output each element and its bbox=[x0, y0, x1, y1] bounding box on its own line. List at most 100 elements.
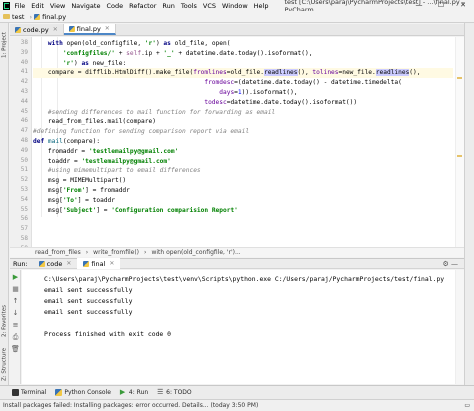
status-message[interactable]: Install packages failed: Installing pack… bbox=[3, 402, 258, 409]
warning-marker-icon[interactable] bbox=[457, 77, 462, 79]
code-crumb-item[interactable]: write_fromfile() bbox=[93, 249, 139, 256]
menu-help[interactable]: Help bbox=[254, 2, 269, 10]
code-line[interactable]: compare = difflib.HtmlDiff().make_file(f… bbox=[33, 68, 453, 79]
menu-vcs[interactable]: VCS bbox=[203, 2, 216, 10]
tab-code-py[interactable]: code.py ✕ bbox=[10, 24, 64, 35]
close-icon[interactable]: ✕ bbox=[66, 260, 71, 267]
print-icon[interactable]: ⎙ bbox=[11, 333, 20, 342]
code-line[interactable]: days=1)).isoformat(), bbox=[33, 88, 297, 98]
run-label: Run: bbox=[13, 259, 28, 268]
code-token: fromdesc bbox=[204, 79, 235, 87]
run-console-output[interactable]: C:\Users\paraj\PycharmProjects\test\venv… bbox=[22, 270, 464, 384]
code-line[interactable]: msg['To'] = toaddr bbox=[33, 196, 115, 206]
scroll-up-icon[interactable]: ↑ bbox=[11, 297, 20, 306]
menu-file[interactable]: File bbox=[14, 2, 25, 10]
run-tab-code[interactable]: code ✕ bbox=[33, 258, 78, 269]
code-token: def bbox=[33, 138, 48, 145]
menu-code[interactable]: Code bbox=[106, 2, 123, 10]
code-line[interactable]: 'r') as new_file: bbox=[33, 59, 126, 69]
code-token: (), bbox=[297, 69, 313, 77]
breadcrumb-project-label: test bbox=[12, 12, 25, 21]
code-crumb-item[interactable]: with open(old_configfile, 'r')... bbox=[151, 249, 240, 256]
run-tab-final[interactable]: final ✕ bbox=[77, 258, 121, 269]
code-area[interactable]: with open(old_configfile, 'r') as old_fi… bbox=[33, 37, 453, 247]
code-token: msg[ bbox=[33, 187, 63, 194]
code-token: 'Subject' bbox=[62, 206, 97, 214]
code-breadcrumb: read_from_files › write_fromfile() › wit… bbox=[10, 247, 464, 257]
code-token: fromlines bbox=[193, 69, 227, 77]
menu-run[interactable]: Run bbox=[162, 2, 174, 10]
clear-icon[interactable]: 🗑 bbox=[11, 345, 20, 354]
favorites-tool-tab[interactable]: 2: Favorites bbox=[0, 298, 9, 344]
code-line[interactable]: fromaddr = 'testlemailpy@gmail.com' bbox=[33, 147, 178, 157]
line-number: 57 bbox=[20, 225, 28, 233]
code-line[interactable]: todesc=datetime.date.today().isoformat()… bbox=[33, 98, 357, 108]
code-token: toaddr = bbox=[33, 157, 82, 165]
pycharm-logo-icon bbox=[3, 1, 11, 10]
close-button[interactable]: ✕ bbox=[452, 0, 474, 11]
python-console-tab[interactable]: Python Console bbox=[55, 389, 111, 396]
editor-scrollbar[interactable] bbox=[455, 37, 464, 247]
close-icon[interactable]: ✕ bbox=[105, 25, 110, 32]
soft-wrap-icon[interactable]: ≡ bbox=[11, 321, 20, 330]
console-scrollbar[interactable] bbox=[455, 270, 464, 384]
scroll-down-icon[interactable]: ↓ bbox=[11, 309, 20, 318]
menu-window[interactable]: Window bbox=[222, 2, 248, 10]
close-icon[interactable]: ✕ bbox=[53, 26, 58, 33]
code-line[interactable]: 'configfiles/' + self.ip + '_' + datetim… bbox=[33, 49, 313, 59]
line-number: 45 bbox=[20, 107, 28, 115]
terminal-tab[interactable]: Terminal bbox=[12, 389, 46, 396]
minimize-button[interactable]: — bbox=[408, 0, 430, 11]
python-file-icon bbox=[38, 260, 45, 267]
code-crumb-item[interactable]: read_from_files bbox=[35, 249, 81, 256]
menu-view[interactable]: View bbox=[50, 2, 65, 10]
code-line[interactable]: read_from_files.mail(compare) bbox=[33, 117, 156, 127]
close-icon[interactable]: ✕ bbox=[109, 260, 114, 267]
breadcrumb-file[interactable]: final.py bbox=[34, 13, 66, 21]
python-console-tab-label: Python Console bbox=[64, 389, 111, 396]
line-number: 53 bbox=[20, 186, 28, 193]
code-token: =new_file. bbox=[338, 69, 376, 77]
menu-tools[interactable]: Tools bbox=[181, 2, 197, 10]
code-token: .ip + bbox=[141, 49, 164, 57]
settings-gear-icon[interactable]: ⚙ — bbox=[442, 260, 458, 268]
code-line[interactable]: #using mimemultipart to email difference… bbox=[33, 166, 201, 176]
menu-navigate[interactable]: Navigate bbox=[71, 2, 100, 10]
code-token: (), bbox=[409, 69, 421, 77]
stop-icon[interactable]: ■ bbox=[11, 285, 20, 294]
code-line[interactable]: with open(old_configfile, 'r') as old_fi… bbox=[33, 39, 231, 49]
event-log-icon[interactable]: ▭ bbox=[464, 402, 470, 409]
code-line[interactable]: msg = MIMEMultipart() bbox=[33, 176, 126, 186]
tab-final-py[interactable]: final.py ✕ bbox=[63, 24, 116, 35]
code-token: 'testlemailpy@gmail.com' bbox=[88, 147, 179, 155]
code-line[interactable]: fromdesc=(datetime.date.today() - dateti… bbox=[33, 78, 401, 88]
code-token: open(old_configfile, bbox=[66, 40, 145, 47]
run-tool-tab[interactable]: ▶ 4: Run bbox=[120, 389, 148, 397]
code-token: as bbox=[81, 59, 93, 67]
structure-tool-tab[interactable]: Z: Structure bbox=[0, 345, 9, 385]
code-line[interactable]: toaddr = 'testlemailpy@gmail.com' bbox=[33, 157, 171, 167]
line-number: 40 bbox=[20, 58, 28, 66]
maximize-button[interactable]: ☐ bbox=[430, 0, 452, 11]
code-token: as bbox=[163, 40, 175, 47]
code-token: read_from_files.mail(compare) bbox=[33, 118, 156, 126]
menu-edit[interactable]: Edit bbox=[31, 2, 44, 10]
breadcrumb-project[interactable]: test bbox=[3, 13, 24, 21]
todo-tab-label: 6: TODO bbox=[166, 389, 192, 396]
python-console-icon bbox=[55, 389, 63, 396]
code-crumb-separator-icon: › bbox=[144, 249, 147, 256]
code-line[interactable]: def mail(compare): bbox=[33, 137, 100, 147]
code-line[interactable]: msg['From'] = fromaddr bbox=[33, 186, 130, 196]
project-tool-tab[interactable]: 1: Project bbox=[0, 25, 9, 65]
todo-tab[interactable]: ☰ 6: TODO bbox=[157, 389, 192, 397]
code-line[interactable]: #defining function for sending compariso… bbox=[33, 127, 249, 137]
warning-marker-icon[interactable] bbox=[457, 155, 462, 157]
code-editor[interactable]: 38 39 40 41 42 43 44 45 46 47 48 49 50 51 52 53 54 55 56 57… bbox=[10, 37, 464, 252]
menu-refactor[interactable]: Refactor bbox=[129, 2, 156, 10]
rerun-icon[interactable]: ▶ bbox=[11, 273, 20, 282]
code-token: (compare): bbox=[62, 138, 101, 145]
line-number-gutter: 38 39 40 41 42 43 44 45 46 47 48 49 50 51 52 53 54 55 56 57… bbox=[10, 37, 32, 252]
code-line[interactable]: msg['Subject'] = 'Configuration comparis… bbox=[33, 206, 238, 216]
code-line[interactable]: #sending differences to mail function fo… bbox=[33, 108, 275, 118]
navigation-bar: test › final.py bbox=[0, 11, 474, 23]
